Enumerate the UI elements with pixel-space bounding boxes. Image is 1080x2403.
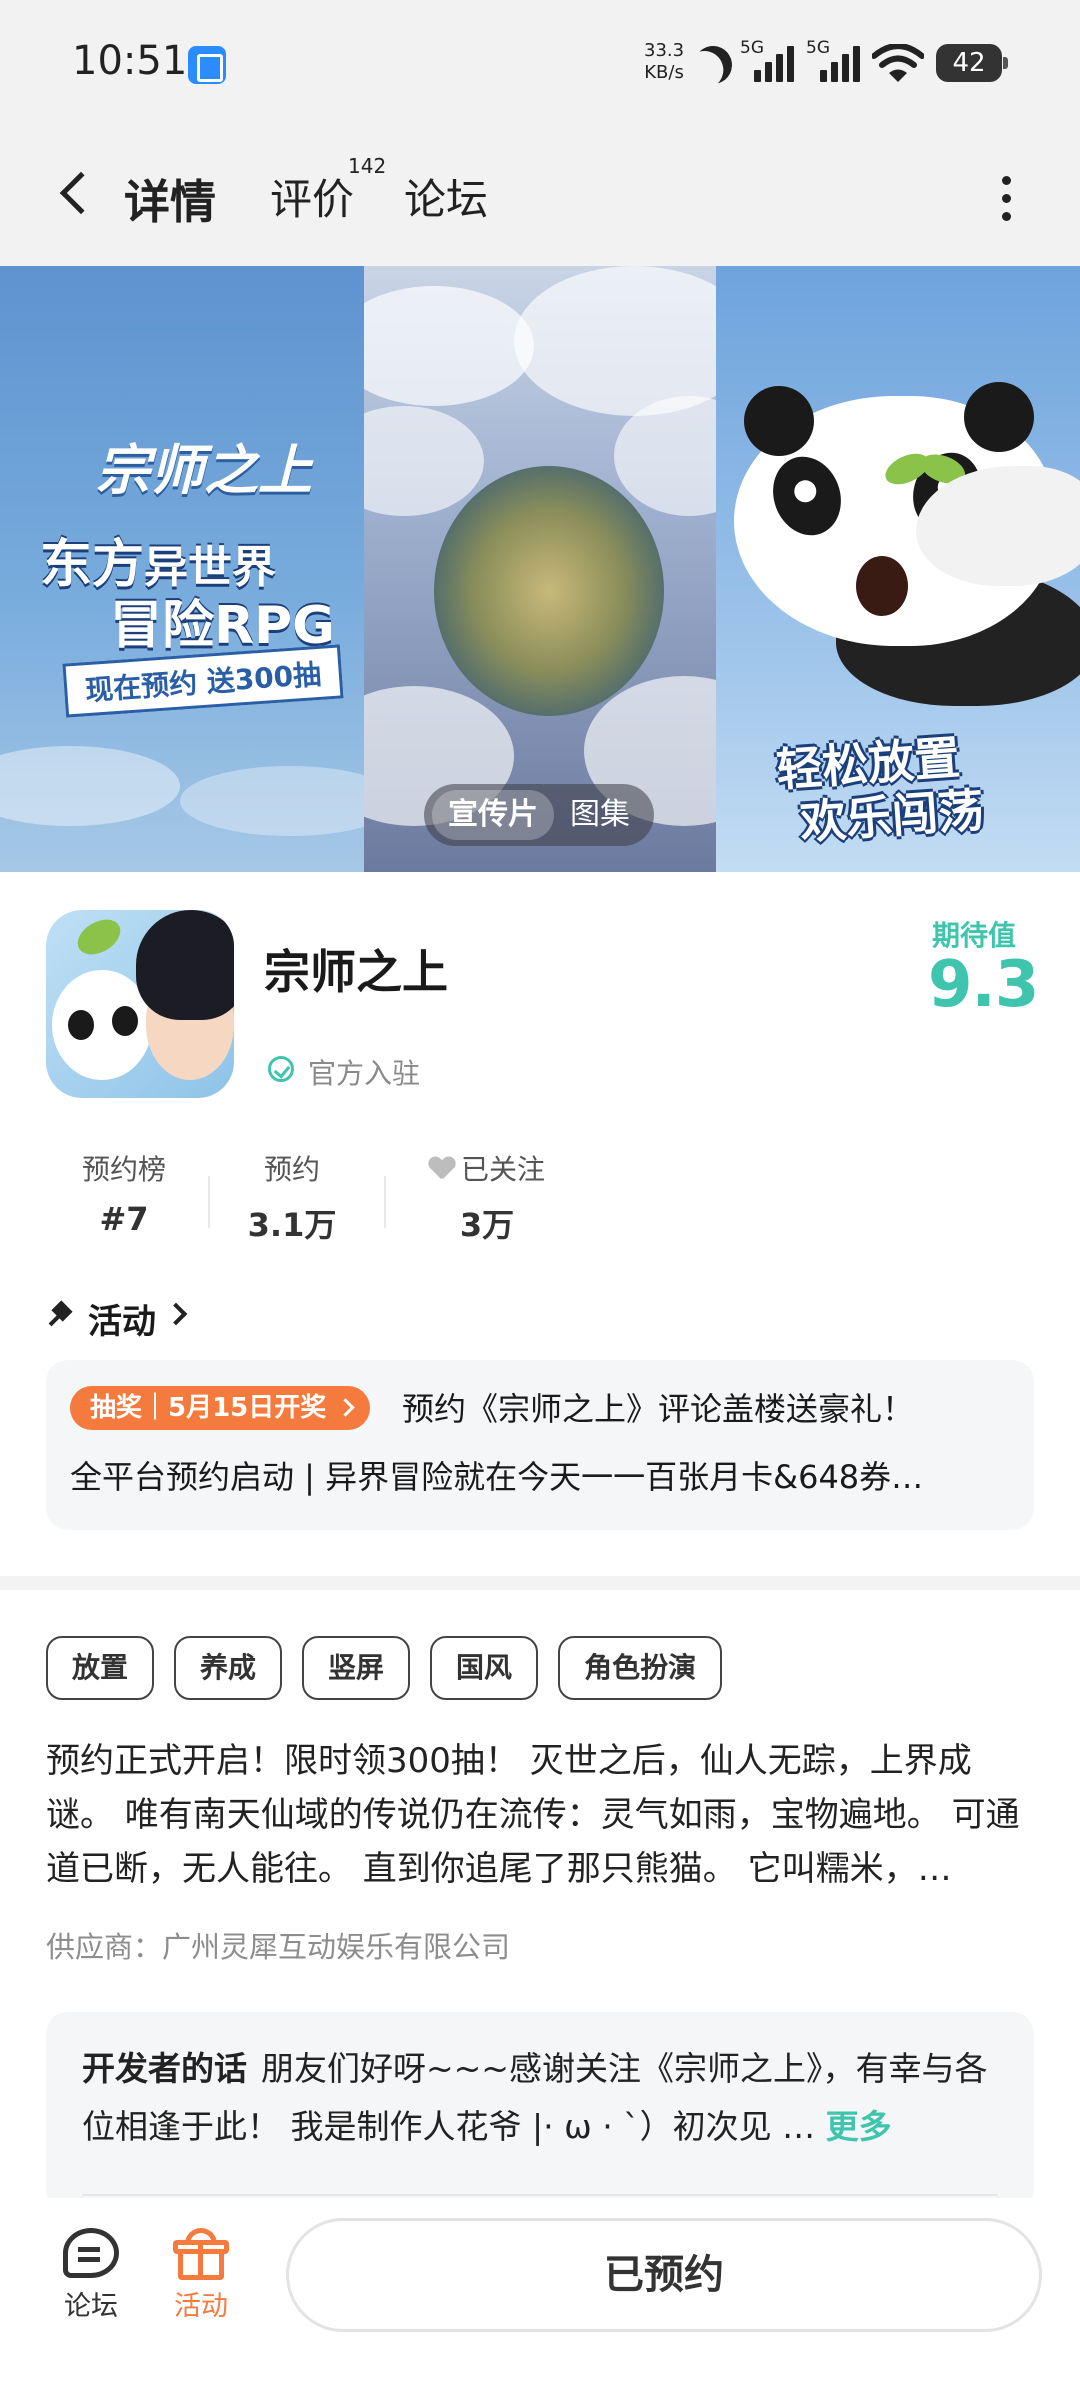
chevron-right-icon[interactable] [164,1302,188,1326]
top-navigation: 详情 评价 142 论坛 [0,130,1080,266]
banner-promo: 现在预约 送300抽 [62,644,344,718]
tag-chip[interactable]: 放置 [46,1636,155,1700]
tag-chip[interactable]: 养成 [174,1636,283,1700]
forum-button[interactable]: 论坛 [46,2228,136,2323]
activity-item-2[interactable]: 全平台预约启动 | 异界冒险就在今天一一百张月卡&648券… [70,1452,1030,1498]
chat-bubble-icon [63,2228,119,2278]
banner-video-poster[interactable] [364,266,716,872]
status-time: 10:51 [72,38,188,84]
game-description[interactable]: 预约正式开启！限时领300抽！ 灭世之后，仙人无踪，上界成谜。 唯有南天仙域的传… [46,1734,1036,1896]
bottom-action-bar: 论坛 活动 已预约 [0,2198,1080,2403]
gift-icon [173,2228,229,2280]
verified-label: 官方入驻 [308,1057,421,1090]
reserved-button[interactable]: 已预约 [286,2218,1042,2332]
back-arrow-icon[interactable] [59,171,103,215]
pin-icon [48,1302,74,1328]
wifi-icon [872,44,924,82]
tab-forum[interactable]: 论坛 [404,166,488,227]
clipboard-notification-icon [188,46,226,84]
stat-reservations: 预约 3.1万 [247,1153,337,1244]
tag-list: 放置 养成 竖屏 国风 角色扮演 [46,1636,742,1700]
section-divider [0,1576,1080,1590]
media-type-switch[interactable]: 宣传片 图集 [424,784,654,846]
do-not-disturb-icon [687,39,739,91]
stat-reservation-rank[interactable]: 预约榜 #7 [74,1148,174,1238]
developer-note-card[interactable]: 开发者的话 朋友们好呀~~~感谢关注《宗师之上》，有幸与各位相逢于此！ 我是制作人… [46,2012,1034,2212]
activity-item-1[interactable]: 预约《宗师之上》评论盖楼送豪礼！ [402,1384,914,1430]
banner-headline-1: 东方异世界 冒险RPG [40,535,335,656]
stat-followers[interactable]: 已关注 3万 [422,1148,552,1246]
supplier-info: 供应商：广州灵犀互动娱乐有限公司 [46,1930,511,1964]
developer-note-title: 开发者的话 [82,2049,247,2088]
status-bar: 10:51 33.3 KB/s 5G 5G 42 [0,0,1080,130]
banner-headline-2: 轻松放置 欢乐闯荡 [774,730,986,850]
signal-1-icon: 5G [740,38,800,84]
banner-poster-2[interactable]: 轻松放置 欢乐闯荡 [716,266,1080,872]
heart-icon [429,1157,455,1181]
tag-chip[interactable]: 角色扮演 [558,1636,723,1700]
signal-2-icon: 5G [806,38,866,84]
reviews-count-badge: 142 [348,154,387,178]
more-options-icon[interactable] [1000,176,1012,222]
tab-details[interactable]: 详情 [120,166,220,232]
tab-reviews[interactable]: 评价 [270,166,354,227]
activity-button[interactable]: 活动 [156,2228,246,2323]
fantasy-landscape-image [434,466,664,716]
tab-trailer[interactable]: 宣传片 [432,790,554,840]
game-logo: 宗师之上 [96,439,312,502]
banner-poster-1[interactable]: 宗师之上 东方异世界 冒险RPG 现在预约 送300抽 [0,266,364,872]
more-link[interactable]: 更多 [826,2107,892,2146]
app-title: 宗师之上 [264,945,448,999]
activity-heading[interactable]: 活动 [88,1294,156,1343]
tag-chip[interactable]: 国风 [430,1636,539,1700]
expectation-score: 9.3 [928,948,1039,1022]
tab-gallery[interactable]: 图集 [554,790,646,840]
verified-check-icon [268,1056,294,1082]
lottery-badge[interactable]: 抽奖｜5月15日开奖 [70,1386,371,1430]
network-speed: 33.3 KB/s [644,40,685,83]
tag-chip[interactable]: 竖屏 [302,1636,411,1700]
app-icon [46,910,234,1098]
battery-indicator: 42 [936,44,1008,82]
media-banner[interactable]: 宗师之上 东方异世界 冒险RPG 现在预约 送300抽 轻松放置 欢乐闯荡 宣传… [0,266,1080,872]
activity-card[interactable]: 抽奖｜5月15日开奖 预约《宗师之上》评论盖楼送豪礼！ 全平台预约启动 | 异界… [46,1360,1034,1530]
